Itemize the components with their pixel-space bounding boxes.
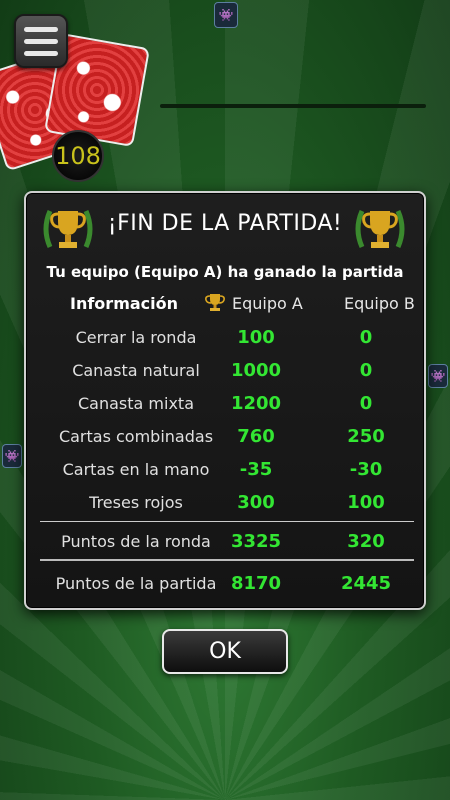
team-a-value: 1000 [230, 359, 282, 381]
row-label: Cerrar la ronda [75, 327, 197, 347]
team-a-value: 1200 [230, 392, 282, 414]
team-a-value: 3325 [230, 530, 282, 552]
table-row: Cartas combinadas 760 250 [26, 422, 424, 450]
space-invader-icon[interactable]: 👾 [428, 364, 448, 388]
team-a-value: -35 [239, 458, 273, 480]
trophy-icon [355, 209, 405, 249]
menu-icon-bar [24, 38, 58, 44]
team-a-value: 100 [237, 326, 275, 348]
divider [40, 521, 414, 522]
table-row: Cartas en la mano -35 -30 [26, 455, 424, 483]
menu-icon-bar [24, 26, 58, 32]
row-label: Treses rojos [89, 492, 183, 512]
header-team-a-label: Equipo A [232, 293, 303, 313]
game-points-row: Puntos de la partida 8170 2445 [26, 569, 424, 597]
team-b-value: -30 [349, 458, 383, 480]
team-b-value: 100 [347, 491, 385, 513]
deck-count: 108 [52, 130, 104, 182]
row-label: Puntos de la partida [55, 573, 217, 593]
round-points-row: Puntos de la ronda 3325 320 [26, 527, 424, 555]
table-row: Cerrar la ronda 100 0 [26, 323, 424, 351]
ok-button[interactable]: OK [162, 629, 288, 674]
space-invader-icon[interactable]: 👾 [214, 2, 238, 28]
divider [40, 559, 414, 561]
row-label: Cartas en la mano [62, 459, 210, 479]
header-team-a: Equipo A [204, 289, 303, 317]
header-info: Información [70, 293, 179, 313]
game-over-dialog: ¡FIN DE LA PARTIDA! Tu equipo (Equipo A)… [24, 191, 426, 610]
row-label: Canasta mixta [78, 393, 194, 413]
table-row: Canasta mixta 1200 0 [26, 389, 424, 417]
menu-icon-bar [24, 50, 58, 56]
team-b-value: 2445 [340, 572, 392, 594]
row-label: Canasta natural [72, 360, 200, 380]
team-a-value: 760 [237, 425, 275, 447]
team-a-value: 300 [237, 491, 275, 513]
row-label: Puntos de la ronda [61, 531, 211, 551]
space-invader-icon[interactable]: 👾 [2, 444, 22, 468]
header-team-b: Equipo B [344, 293, 415, 313]
winner-message: Tu equipo (Equipo A) ha ganado la partid… [46, 263, 404, 281]
team-b-value: 0 [359, 392, 373, 414]
table-row: Treses rojos 300 100 [26, 488, 424, 516]
table-row: Canasta natural 1000 0 [26, 356, 424, 384]
team-b-value: 0 [359, 359, 373, 381]
team-b-value: 0 [359, 326, 373, 348]
discard-pile-slot [160, 104, 426, 108]
winner-trophy-icon [205, 294, 225, 311]
team-b-value: 320 [347, 530, 385, 552]
team-a-value: 8170 [230, 572, 282, 594]
menu-button[interactable] [14, 14, 68, 68]
team-b-value: 250 [347, 425, 385, 447]
row-label: Cartas combinadas [58, 426, 214, 446]
